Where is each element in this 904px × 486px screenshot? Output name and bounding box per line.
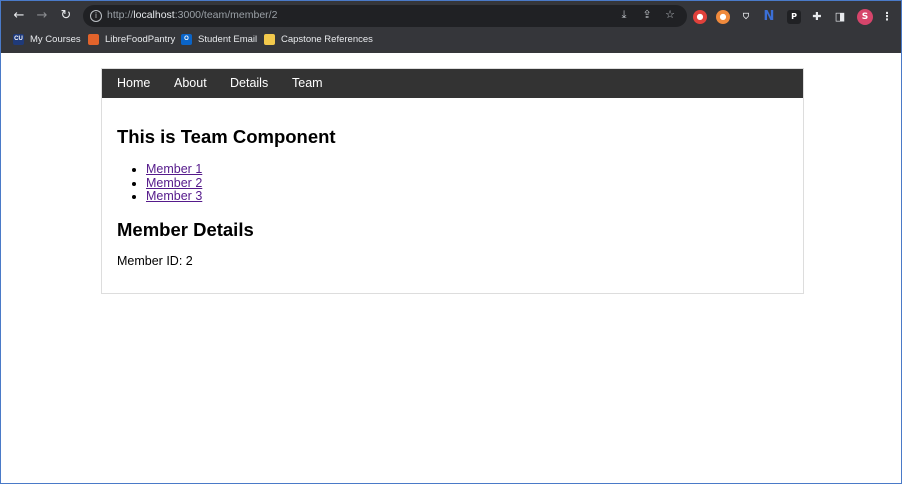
share-icon[interactable]: ⇪ [640, 8, 654, 22]
cu-logo-icon: CU [13, 34, 24, 45]
member-details-heading: Member Details [117, 219, 254, 240]
bookmark-capstone-references[interactable]: Capstone References [264, 34, 373, 45]
url-scheme: http:// [107, 9, 134, 21]
screenshot-frame: ← → ↻ i http://localhost:3000/team/membe… [0, 0, 902, 484]
side-panel-icon[interactable]: ◨ [833, 10, 847, 24]
list-item: Member 3 [146, 189, 202, 204]
address-url[interactable]: http://localhost:3000/team/member/2 [107, 9, 277, 21]
bookmark-librefoodpantry[interactable]: LibreFoodPantry [88, 34, 175, 45]
bookmark-star-icon[interactable]: ☆ [663, 8, 677, 22]
app-navbar: Home About Details Team [102, 69, 803, 98]
browser-chrome: ← → ↻ i http://localhost:3000/team/membe… [1, 1, 901, 53]
nav-link-team[interactable]: Team [292, 76, 323, 90]
nav-link-about[interactable]: About [174, 76, 207, 90]
browser-toolbar: ← → ↻ i http://localhost:3000/team/membe… [1, 3, 901, 29]
folder-icon [264, 34, 275, 45]
address-bar[interactable]: i http://localhost:3000/team/member/2 ⤓ … [83, 5, 687, 27]
extension-orange-icon[interactable]: ● [716, 10, 730, 24]
member-list: Member 1 Member 2 Member 3 [117, 162, 202, 204]
extension-flame-icon[interactable]: ● [693, 10, 707, 24]
app-container: Home About Details Team This is Team Com… [101, 68, 804, 294]
forward-arrow-icon[interactable]: → [34, 8, 50, 24]
bookmarks-bar: CU My Courses LibreFoodPantry O Student … [1, 31, 901, 51]
member-id-text: Member ID: 2 [117, 254, 193, 268]
gitlab-fox-icon [88, 34, 99, 45]
url-host: localhost [133, 9, 175, 21]
nav-link-details[interactable]: Details [230, 76, 268, 90]
page-viewport: Home About Details Team This is Team Com… [1, 53, 901, 483]
bookmark-label: LibreFoodPantry [105, 34, 176, 45]
profile-avatar[interactable]: S [857, 9, 873, 25]
extension-shield-icon[interactable]: ⛉ [739, 10, 753, 24]
info-icon[interactable]: i [90, 10, 102, 22]
reload-icon[interactable]: ↻ [58, 8, 74, 24]
extension-n-icon[interactable]: N [762, 10, 776, 24]
install-app-icon[interactable]: ⤓ [617, 8, 631, 22]
nav-link-home[interactable]: Home [117, 76, 150, 90]
member-link-1[interactable]: Member 1 [146, 162, 202, 176]
bookmark-label: Capstone References [281, 34, 373, 45]
outlook-icon: O [181, 34, 192, 45]
menu-kebab-icon[interactable]: ⋮ [880, 10, 894, 24]
list-item: Member 2 [146, 176, 202, 191]
member-link-3[interactable]: Member 3 [146, 189, 202, 203]
bookmark-my-courses[interactable]: CU My Courses [13, 34, 81, 45]
bookmark-label: My Courses [30, 34, 81, 45]
list-item: Member 1 [146, 162, 202, 177]
url-path: :3000/team/member/2 [174, 9, 278, 21]
bookmark-student-email[interactable]: O Student Email [181, 34, 257, 45]
member-link-2[interactable]: Member 2 [146, 176, 202, 190]
bookmark-label: Student Email [198, 34, 258, 45]
extensions-puzzle-icon[interactable]: ✚ [810, 10, 824, 24]
page-title: This is Team Component [117, 126, 336, 147]
extension-p-icon[interactable]: P [787, 10, 801, 24]
back-arrow-icon[interactable]: ← [11, 8, 27, 24]
